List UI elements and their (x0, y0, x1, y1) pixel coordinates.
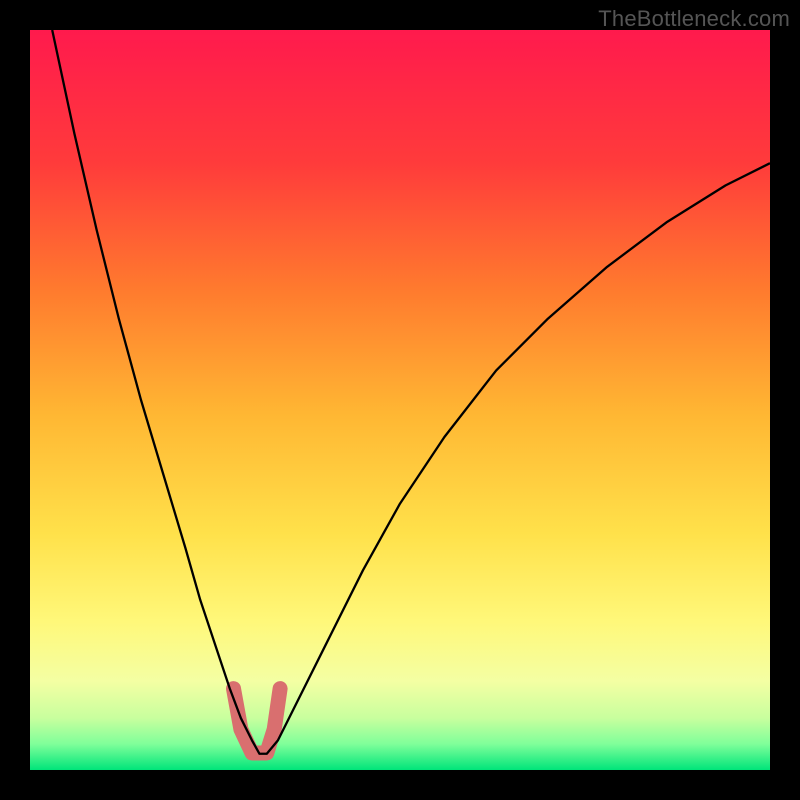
bottleneck-chart (30, 30, 770, 770)
chart-frame (30, 30, 770, 770)
watermark-text: TheBottleneck.com (598, 6, 790, 32)
